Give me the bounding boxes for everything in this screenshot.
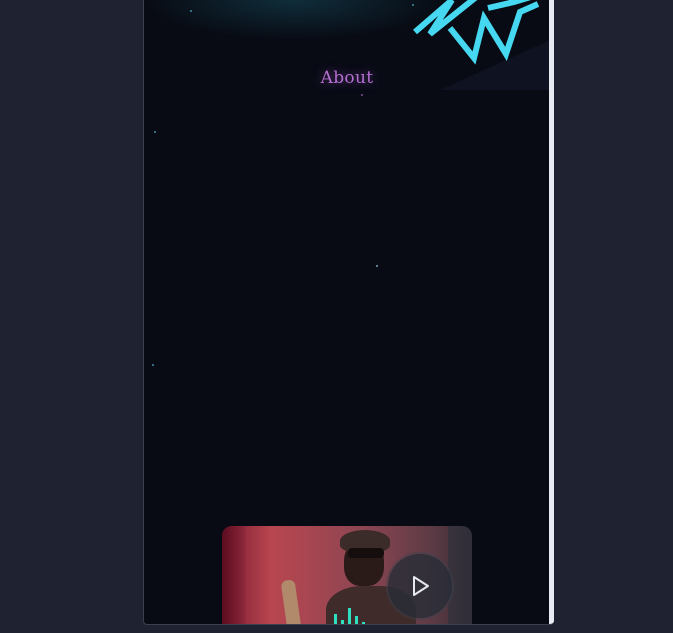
page-title: About (320, 68, 374, 88)
star (154, 131, 156, 133)
top-glow (144, 0, 444, 40)
scrollbar[interactable] (549, 0, 554, 624)
equalizer-icon (334, 608, 365, 624)
card-edge (222, 526, 246, 624)
star (376, 265, 378, 267)
play-icon (413, 576, 429, 596)
star (412, 4, 414, 6)
play-button[interactable] (388, 554, 452, 618)
video-card[interactable] (222, 526, 472, 624)
about-panel: About (143, 0, 554, 625)
guitar-image (280, 579, 302, 624)
person-glasses (348, 548, 384, 558)
star (361, 94, 363, 96)
star (152, 364, 154, 366)
card-edge (448, 526, 472, 624)
star (190, 10, 192, 12)
